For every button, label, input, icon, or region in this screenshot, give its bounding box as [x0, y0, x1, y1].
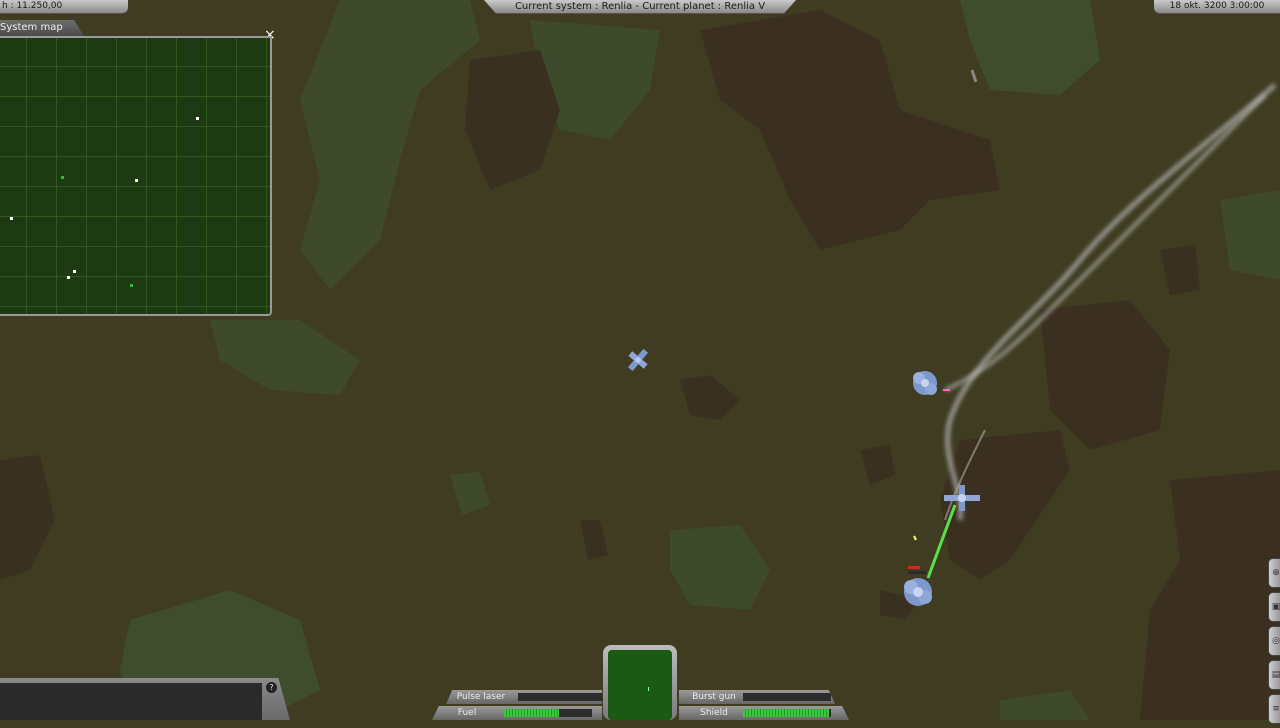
help-icon[interactable]: ?: [266, 682, 277, 693]
map-object-marker[interactable]: [130, 284, 133, 287]
map-object-marker[interactable]: [67, 276, 70, 279]
system-map-title[interactable]: System map: [0, 20, 84, 36]
shield-fill: [743, 709, 830, 717]
message-log: ?: [0, 678, 290, 720]
primary-weapon-track: [518, 693, 602, 701]
target-icon[interactable]: ⊕: [1268, 558, 1280, 588]
log-icon[interactable]: ▤: [1268, 660, 1280, 690]
secondary-weapon-label: Burst gun: [692, 692, 736, 702]
map-object-marker[interactable]: [61, 176, 64, 179]
secondary-weapon-bar[interactable]: Burst gun: [679, 690, 835, 704]
system-map-grid[interactable]: [0, 36, 272, 316]
secondary-weapon-track: [743, 693, 831, 701]
scan-icon[interactable]: ◎: [1268, 626, 1280, 656]
primary-weapon-label: Pulse laser: [456, 692, 506, 702]
map-object-marker[interactable]: [135, 179, 138, 182]
system-map-panel: System map ×: [0, 20, 278, 316]
credits-display: h : 11.250,00: [0, 0, 128, 14]
map-object-marker[interactable]: [196, 117, 199, 120]
map-object-marker[interactable]: [73, 270, 76, 273]
enemy-ship[interactable]: [913, 371, 937, 395]
fuel-fill: [504, 709, 559, 717]
side-button-column: ⊕ ▣ ◎ ▤ ≡: [1268, 558, 1280, 728]
shield-bar: Shield: [679, 706, 849, 720]
message-log-text-area[interactable]: [0, 683, 262, 720]
player-ship: [904, 578, 932, 606]
fuel-label: Fuel: [457, 708, 477, 718]
primary-weapon-bar[interactable]: Pulse laser: [446, 690, 602, 704]
map-object-marker[interactable]: [10, 217, 13, 220]
radar-player-marker: [648, 687, 649, 691]
shield-label: Shield: [700, 708, 728, 718]
location-display: Current system : Renlia - Current planet…: [484, 0, 796, 14]
fuel-bar: Fuel: [432, 706, 602, 720]
radar-frame: [603, 645, 677, 720]
fuel-track: [504, 709, 592, 717]
cargo-icon[interactable]: ▣: [1268, 592, 1280, 622]
datetime-display: 18 okt. 3200 3:00:00: [1154, 0, 1280, 14]
shield-track: [743, 709, 831, 717]
radar-screen[interactable]: [608, 650, 672, 720]
